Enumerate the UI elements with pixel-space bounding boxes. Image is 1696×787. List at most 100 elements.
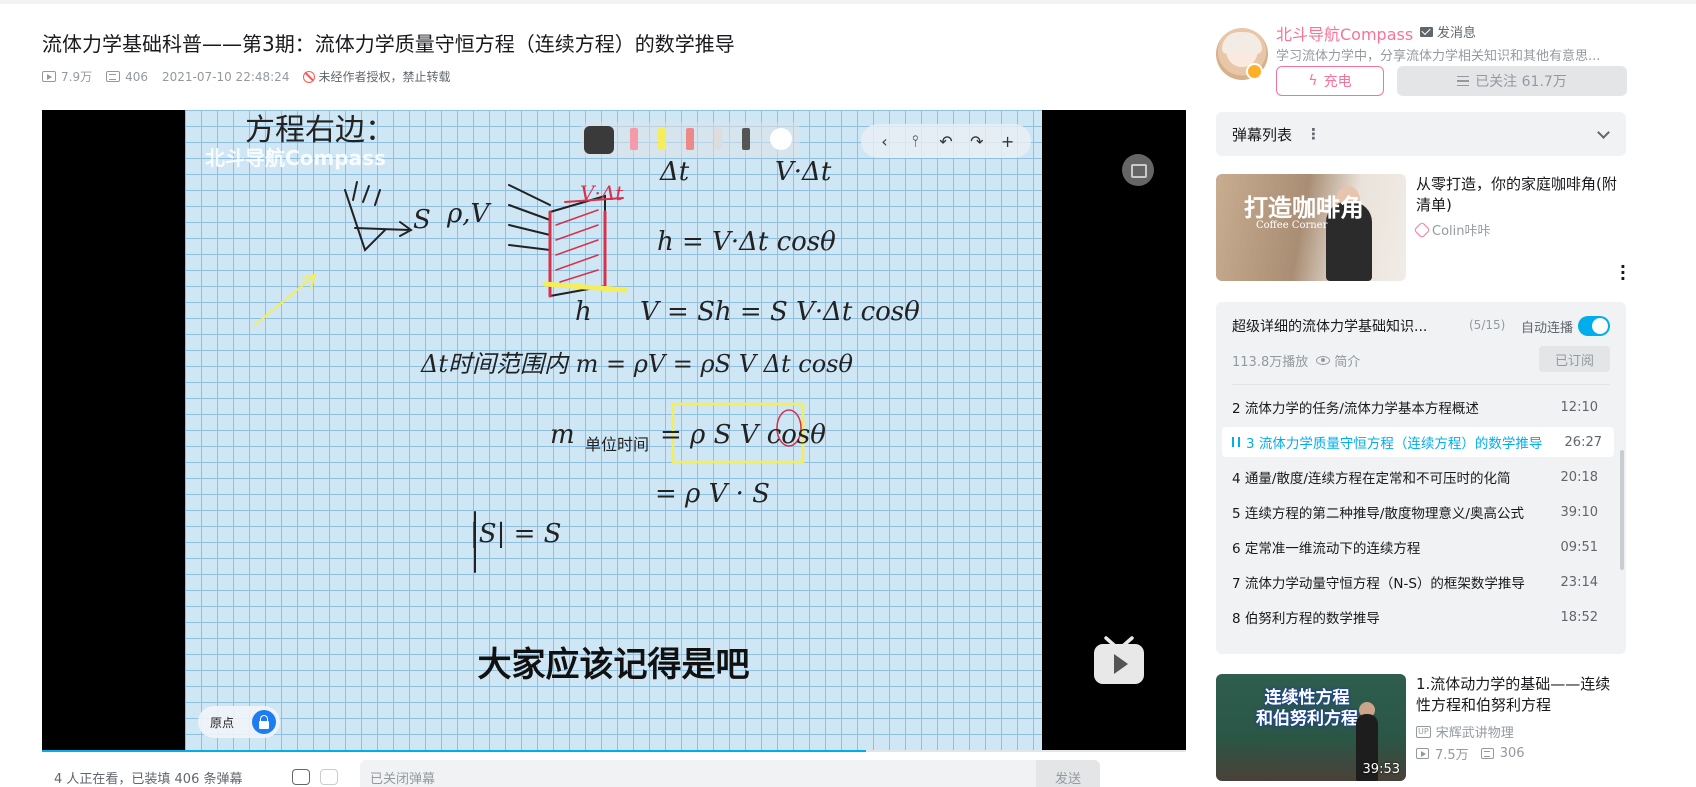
- lasso-icon[interactable]: [742, 128, 750, 150]
- episode-duration: 09:51: [1560, 539, 1598, 555]
- episode-item-active[interactable]: 3 流体力学质量守恒方程（连续方程）的数学推导 26:27: [1222, 427, 1614, 457]
- episode-duration: 23:14: [1560, 574, 1598, 590]
- playlist-title[interactable]: 超级详细的流体力学基础知识...: [1232, 316, 1492, 336]
- line-tool-icon[interactable]: [770, 128, 792, 150]
- lock-icon[interactable]: [252, 710, 276, 734]
- more-vertical-icon[interactable]: ⋮: [1306, 125, 1321, 143]
- svg-text:h: h: [575, 297, 592, 327]
- charge-label: 充电: [1323, 74, 1352, 90]
- danmaku-icon: [1480, 748, 1494, 759]
- ad-thumbnail-subtext: Coffee Corner: [1256, 220, 1328, 231]
- chevron-left-icon[interactable]: ‹: [874, 132, 894, 151]
- ad-card[interactable]: 打造咖啡角 Coffee Corner 从零打造，你的家庭咖啡角(附清单) Co…: [1216, 174, 1626, 287]
- subscribed-button[interactable]: 已订阅: [1539, 346, 1610, 372]
- thumbnail-text-line2: 和伯努利方程: [1256, 709, 1358, 729]
- episode-title: 7 流体力学动量守恒方程（N-S）的框架数学推导: [1232, 576, 1525, 592]
- recommended-thumbnail-text: 连续性方程 和伯努利方程: [1256, 688, 1358, 730]
- episode-item[interactable]: 4 通量/散度/连续方程在定常和不可压时的化简 20:18: [1216, 462, 1616, 492]
- playlist-scrollbar[interactable]: [1620, 450, 1624, 570]
- recommended-title[interactable]: 1.流体动力学的基础——连续性方程和伯努利方程: [1416, 674, 1621, 716]
- recommended-views: 7.5万: [1435, 748, 1469, 763]
- recommended-uploader-name: 宋辉武讲物理: [1435, 726, 1514, 741]
- episode-item[interactable]: 6 定常准一维流动下的连续方程 09:51: [1216, 532, 1616, 562]
- lightning-badge-icon: [1246, 63, 1263, 80]
- ad-thumbnail-text: 打造咖啡角: [1244, 194, 1364, 222]
- recommended-video[interactable]: 连续性方程 和伯努利方程 39:53 1.流体动力学的基础——连续性方程和伯努利…: [1216, 674, 1626, 784]
- svg-text:单位时间: 单位时间: [585, 435, 649, 454]
- episode-title: 8 伯努利方程的数学推导: [1232, 611, 1380, 627]
- episode-duration: 39:10: [1560, 504, 1598, 520]
- episode-item[interactable]: 2 流体力学的任务/流体力学基本方程概述 12:10: [1216, 392, 1616, 422]
- danmaku-list-header[interactable]: 弹幕列表 ⋮: [1216, 112, 1626, 156]
- copyright-text: 未经作者授权，禁止转载: [318, 70, 451, 84]
- danmaku-input[interactable]: 已关闭弹幕 发送: [360, 760, 1100, 787]
- origin-label: 原点: [210, 715, 235, 730]
- episode-item[interactable]: 7 流体力学动量守恒方程（N-S）的框架数学推导 23:14: [1216, 567, 1616, 597]
- video-meta: 7.9万 406 2021-07-10 22:48:24 未经作者授权，禁止转载: [42, 68, 450, 85]
- play-logo-icon[interactable]: [1092, 636, 1146, 686]
- uploader-name[interactable]: 北斗导航Compass: [1276, 21, 1413, 45]
- playlist-stats: 113.8万播放 简介: [1232, 351, 1360, 370]
- send-button[interactable]: 发送: [1036, 760, 1100, 787]
- danmaku-toggle-icon[interactable]: [292, 769, 310, 785]
- copyright-notice: 未经作者授权，禁止转载: [303, 68, 450, 85]
- video-player[interactable]: 方程右边： S ρ,V V·Δt Δt V·Δt h = V·Δt cosθ h…: [42, 110, 1186, 751]
- svg-text:h = V·Δt cosθ: h = V·Δt cosθ: [657, 227, 836, 257]
- ad-title[interactable]: 从零打造，你的家庭咖啡角(附清单): [1416, 174, 1621, 216]
- send-message-label: 发消息: [1437, 26, 1477, 41]
- episode-title: 3 流体力学质量守恒方程（连续方程）的数学推导: [1246, 436, 1543, 452]
- danmaku-bar: 4 人正在看，已装填 406 条弹幕 已关闭弹幕 发送: [42, 757, 1186, 787]
- svg-text:ρ,V: ρ,V: [446, 199, 492, 229]
- plus-icon[interactable]: +: [998, 132, 1018, 151]
- lightning-icon: ϟ: [1308, 73, 1318, 89]
- pink-pen-icon[interactable]: [630, 128, 638, 150]
- episode-duration: 12:10: [1560, 399, 1598, 415]
- episode-title: 2 流体力学的任务/流体力学基本方程概述: [1232, 401, 1479, 417]
- svg-text:V·Δt: V·Δt: [775, 157, 832, 187]
- no-repost-icon: [303, 70, 316, 83]
- more-options-icon[interactable]: · · ·: [1620, 259, 1626, 287]
- progress-bar[interactable]: [42, 750, 1186, 752]
- episode-title: 5 连续方程的第二种推导/散度物理意义/奥高公式: [1232, 506, 1524, 522]
- canvas-controls: ‹ ⫯ ↶ ↷ +: [861, 124, 1031, 158]
- episode-item[interactable]: 8 伯努利方程的数学推导 18:52: [1216, 602, 1616, 632]
- autoplay-toggle[interactable]: [1578, 316, 1610, 336]
- charge-button[interactable]: ϟ 充电: [1276, 66, 1384, 96]
- thumbnail-text-line1: 连续性方程: [1264, 688, 1350, 708]
- eye-icon: [1316, 356, 1331, 365]
- origin-button[interactable]: 原点: [198, 706, 280, 738]
- ad-thumbnail[interactable]: 打造咖啡角 Coffee Corner: [1216, 174, 1406, 281]
- recommended-stats: 7.5万 306: [1416, 744, 1525, 763]
- select-tool-icon[interactable]: [584, 126, 614, 154]
- recommended-uploader[interactable]: UP 宋辉武讲物理: [1416, 722, 1514, 741]
- recommended-duration: 39:53: [1362, 762, 1400, 777]
- video-title: 流体力学基础科普——第3期：流体力学质量守恒方程（连续方程）的数学推导: [42, 32, 735, 56]
- svg-text:V·Δt: V·Δt: [580, 181, 624, 205]
- ad-author[interactable]: Colin咔咔: [1413, 220, 1491, 239]
- playlist-plays: 113.8万播放: [1232, 355, 1309, 370]
- recommended-danmaku: 306: [1499, 746, 1525, 761]
- svg-text:= ρ S V cosθ: = ρ S V cosθ: [660, 420, 826, 450]
- svg-text:= ρ V · S: = ρ V · S: [655, 479, 770, 509]
- episode-duration: 18:52: [1560, 609, 1598, 625]
- send-message-link[interactable]: 发消息: [1420, 22, 1476, 41]
- recommended-thumbnail[interactable]: 连续性方程 和伯努利方程 39:53: [1216, 674, 1406, 781]
- picture-in-picture-icon[interactable]: [1122, 154, 1154, 186]
- intro-link[interactable]: 简介: [1334, 351, 1360, 370]
- view-count: 7.9万: [42, 68, 92, 85]
- redo-icon[interactable]: ↷: [967, 132, 987, 151]
- red-pen-icon[interactable]: [686, 128, 694, 150]
- publish-datetime: 2021-07-10 22:48:24: [162, 69, 290, 84]
- pin-icon[interactable]: ⫯: [905, 131, 925, 151]
- eraser-icon[interactable]: [714, 128, 722, 150]
- highlighter-icon[interactable]: [658, 128, 666, 150]
- chevron-down-icon[interactable]: [1597, 126, 1610, 139]
- follow-button[interactable]: 已关注 61.7万: [1397, 66, 1627, 96]
- episode-title: 4 通量/散度/连续方程在定常和不可压时的化简: [1232, 471, 1511, 487]
- pen-toolbar[interactable]: [580, 122, 800, 158]
- danmaku-settings-icon[interactable]: [320, 769, 338, 785]
- danmaku-count-text: 406: [125, 69, 148, 84]
- danmaku-icon: [106, 71, 121, 82]
- episode-item[interactable]: 5 连续方程的第二种推导/散度物理意义/奥高公式 39:10: [1216, 497, 1616, 527]
- undo-icon[interactable]: ↶: [936, 132, 956, 151]
